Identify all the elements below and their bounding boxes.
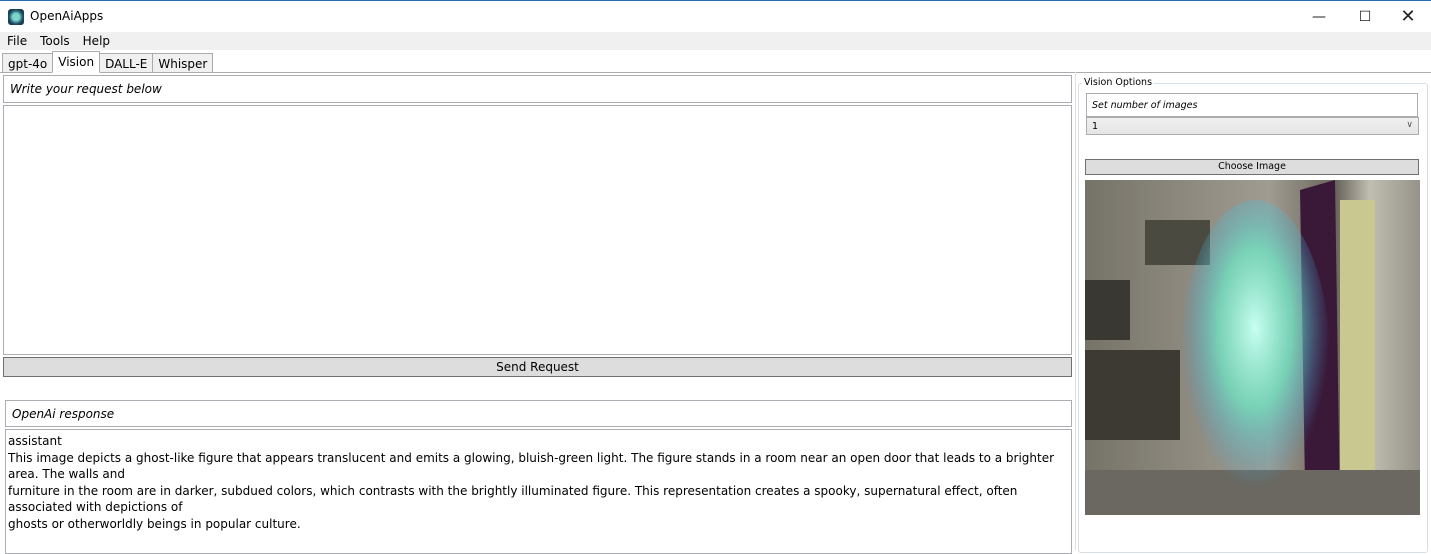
chevron-down-icon: ∨: [1406, 120, 1413, 130]
close-icon[interactable]: ✕: [1385, 1, 1431, 32]
image-count-value: 1: [1092, 121, 1099, 132]
image-preview: [1085, 180, 1420, 515]
ghost-image: [1085, 180, 1420, 515]
vision-options-legend: Vision Options: [1082, 77, 1155, 88]
app-icon: [8, 9, 24, 25]
window-title: OpenAiApps: [30, 9, 104, 23]
menu-bar: File Tools Help: [0, 32, 1431, 50]
set-number-label: Set number of images: [1086, 93, 1418, 117]
request-input[interactable]: [3, 105, 1072, 355]
tab-whisper[interactable]: Whisper: [152, 53, 214, 73]
menu-tools[interactable]: Tools: [33, 32, 76, 50]
minimize-icon[interactable]: —: [1296, 1, 1342, 32]
tab-gpt-4o[interactable]: gpt-4o: [2, 53, 54, 73]
maximize-icon[interactable]: ☐: [1342, 1, 1388, 32]
request-label: Write your request below: [3, 75, 1072, 103]
title-bar: [0, 1, 1431, 32]
tab-dall-e[interactable]: DALL-E: [99, 53, 154, 73]
send-request-button[interactable]: Send Request: [3, 357, 1072, 377]
response-label: OpenAi response: [5, 400, 1072, 427]
menu-help[interactable]: Help: [76, 32, 116, 50]
panel-divider: [1075, 72, 1076, 550]
tab-vision[interactable]: Vision: [52, 51, 101, 73]
choose-image-button[interactable]: Choose Image: [1085, 159, 1419, 175]
image-count-select[interactable]: 1 ∨: [1086, 117, 1419, 135]
response-text[interactable]: assistant This image depicts a ghost-lik…: [5, 429, 1072, 554]
menu-file[interactable]: File: [0, 32, 33, 50]
tab-bar: gpt-4o Vision DALL-E Whisper: [2, 51, 214, 73]
